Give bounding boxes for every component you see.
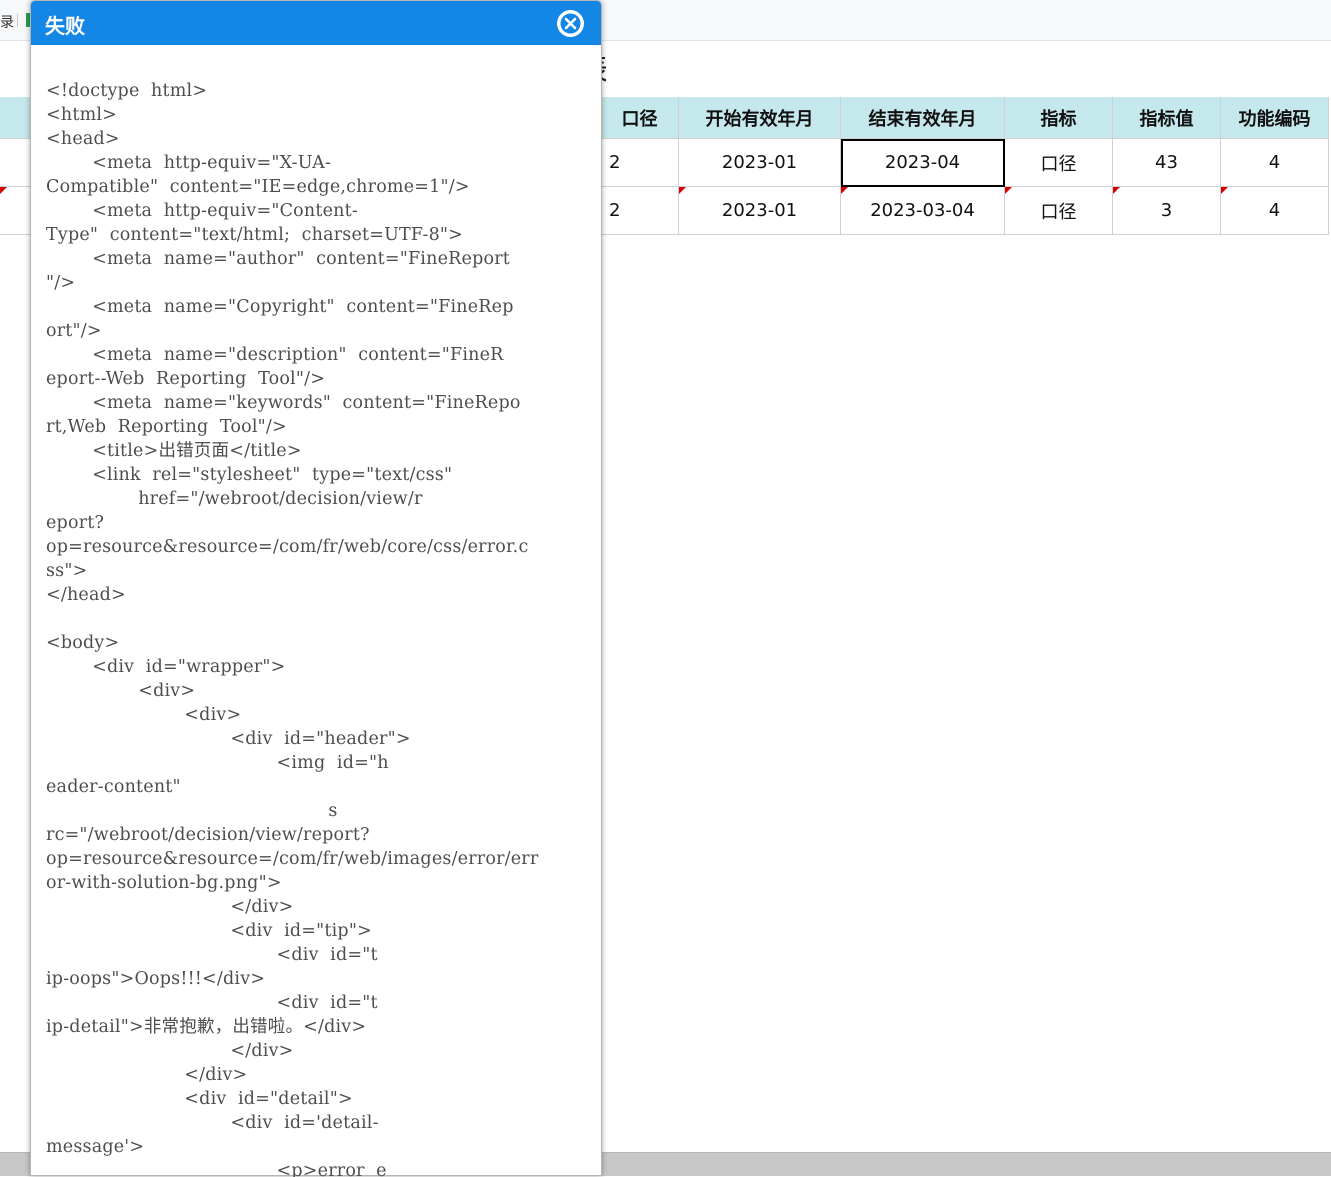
table-header-cell: 功能编码 [1221, 97, 1329, 139]
dialog-header[interactable]: 失败 [31, 1, 601, 45]
table-header-cell: 开始有效年月 [679, 97, 841, 139]
close-button[interactable] [557, 10, 584, 37]
toolbar-separator [17, 14, 18, 27]
table-cell[interactable]: 43 [1113, 139, 1221, 187]
table-header-cell: 口径 [601, 97, 679, 139]
modified-flag-icon [0, 187, 7, 194]
table-cell[interactable]: 2 [601, 187, 679, 235]
close-circle-icon [558, 11, 583, 36]
table-cell[interactable]: 3 [1113, 187, 1221, 235]
table-cell[interactable]: 4 [1221, 187, 1329, 235]
table-cell-value: 口径 [1040, 201, 1077, 223]
modified-flag-icon [841, 187, 848, 194]
table-cell-value: 2023-01 [721, 200, 798, 221]
table-cell[interactable] [0, 187, 34, 235]
modified-flag-icon [679, 187, 686, 194]
table-cell-selected[interactable]: 2023-04 [841, 139, 1005, 187]
table-cell-value: 4 [1268, 200, 1281, 221]
table-cell[interactable]: 2 [601, 139, 679, 187]
table-header-cell: 指标值 [1113, 97, 1221, 139]
dialog-body[interactable]: <!doctype html> <html> <head> <meta http… [46, 79, 586, 1177]
table-cell[interactable]: 2023-01 [679, 187, 841, 235]
table-cell[interactable]: 口径 [1005, 139, 1113, 187]
dialog-title: 失败 [45, 14, 85, 38]
table-cell-value: 3 [1160, 200, 1173, 221]
modified-flag-icon [1221, 187, 1228, 194]
table-cell[interactable]: 2023-01 [679, 139, 841, 187]
error-dialog: 失败 <!doctype html> <html> <head> <meta h… [30, 0, 602, 1177]
table-header-cell [0, 97, 34, 139]
table-cell[interactable]: 4 [1221, 139, 1329, 187]
table-cell[interactable]: 口径 [1005, 187, 1113, 235]
table-cell[interactable]: 2023-03-04 [841, 187, 1005, 235]
table-cell[interactable] [0, 139, 34, 187]
modified-flag-icon [1113, 187, 1120, 194]
toolbar-clipped-label[interactable]: 录 [0, 12, 14, 32]
error-source-text: <!doctype html> <html> <head> <meta http… [46, 81, 539, 1177]
table-cell-value: 2023-03-04 [870, 200, 975, 221]
table-header-cell: 结束有效年月 [841, 97, 1005, 139]
modified-flag-icon [1005, 187, 1012, 194]
table-header-cell: 指标 [1005, 97, 1113, 139]
